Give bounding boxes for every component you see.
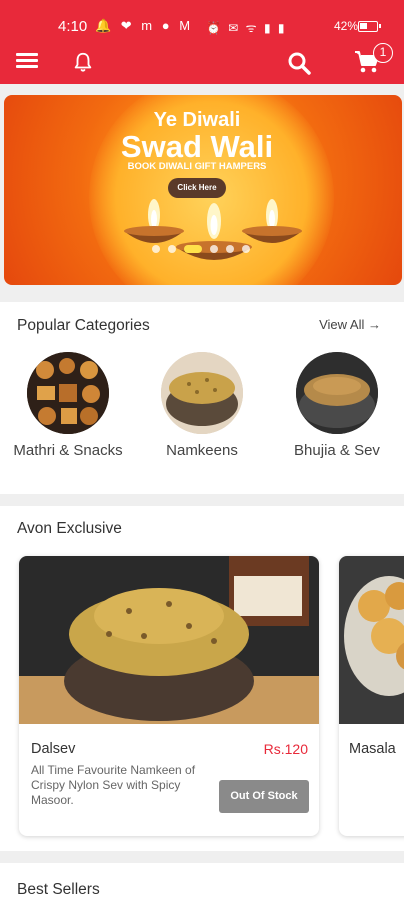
product-image xyxy=(19,556,319,724)
product-name: Dalsev xyxy=(31,741,76,757)
cart-count-badge[interactable]: 1 xyxy=(373,43,393,63)
category-bhujia-sev[interactable]: Bhujia & Sev xyxy=(282,352,392,460)
battery-percentage: 42% xyxy=(334,19,359,33)
category-mathri-snacks[interactable]: Mathri & Snacks xyxy=(13,352,123,460)
search-icon[interactable] xyxy=(287,51,311,75)
app-header: 1 xyxy=(0,43,404,84)
category-namkeens[interactable]: Namkeens xyxy=(147,352,257,460)
carousel-dot[interactable] xyxy=(168,245,176,253)
carousel-dot[interactable] xyxy=(226,245,234,253)
product-card-dalsev[interactable]: Dalsev Rs.120 All Time Favourite Namkeen… xyxy=(19,556,319,836)
product-price: Rs.120 xyxy=(263,741,308,757)
system-icons: ⏰ ✉ ᯤ ▮ ▮ xyxy=(206,21,287,35)
bell-icon[interactable] xyxy=(72,50,94,74)
view-all-link[interactable]: View All → xyxy=(319,317,381,332)
popular-categories-section: Popular Categories View All → Mathri & S… xyxy=(0,302,404,494)
section-title: Avon Exclusive xyxy=(17,520,122,537)
best-sellers-section: Best Sellers xyxy=(0,863,404,900)
notification-icons: 🔔 ❤ m ● M xyxy=(95,18,194,33)
section-title: Best Sellers xyxy=(17,881,100,898)
banner-line-3: BOOK DIWALI GIFT HAMPERS xyxy=(127,161,267,172)
carousel-dots[interactable] xyxy=(152,245,262,255)
category-image xyxy=(27,352,109,434)
carousel-dot[interactable] xyxy=(242,245,250,253)
status-time: 4:10 xyxy=(58,18,88,35)
battery-icon xyxy=(358,21,381,32)
avon-exclusive-section: Avon Exclusive Dalsev Rs.120 All Time Fa… xyxy=(0,506,404,851)
carousel-dot-active[interactable] xyxy=(184,245,202,253)
category-image xyxy=(296,352,378,434)
banner-click-here-button[interactable]: Click Here xyxy=(168,178,226,198)
promo-banner[interactable]: Ye Diwali Swad Wali BOOK DIWALI GIFT HAM… xyxy=(4,95,402,285)
section-title: Popular Categories xyxy=(17,317,150,334)
carousel-dot[interactable] xyxy=(152,245,160,253)
product-image xyxy=(339,556,404,724)
product-card-masala[interactable]: Masala xyxy=(339,556,404,836)
category-label: Namkeens xyxy=(166,442,238,459)
out-of-stock-button[interactable]: Out Of Stock xyxy=(219,780,309,813)
category-image xyxy=(161,352,243,434)
category-label: Mathri & Snacks xyxy=(13,442,123,459)
status-bar: 4:10 🔔 ❤ m ● M ⏰ ✉ ᯤ ▮ ▮ 42% xyxy=(0,0,404,46)
product-name: Masala xyxy=(349,741,396,757)
carousel-dot[interactable] xyxy=(210,245,218,253)
banner-line-2: Swad Wali xyxy=(120,129,274,164)
menu-icon[interactable] xyxy=(16,53,38,69)
product-description: All Time Favourite Namkeen of Crispy Nyl… xyxy=(31,763,196,807)
category-label: Bhujia & Sev xyxy=(294,442,380,459)
